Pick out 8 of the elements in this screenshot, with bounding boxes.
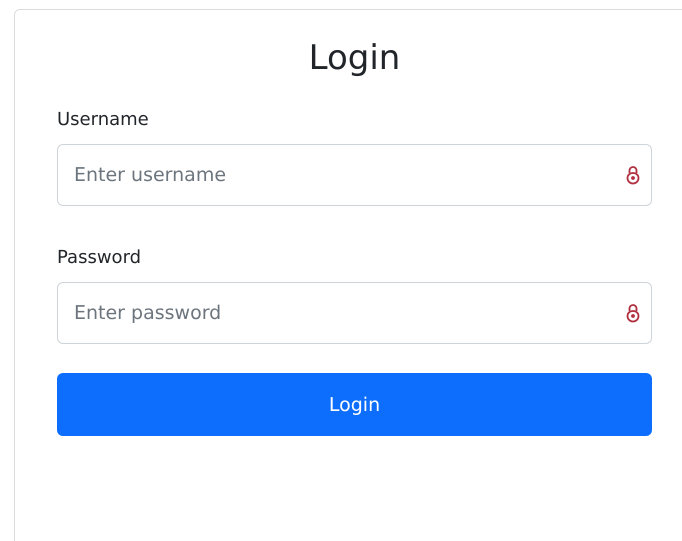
lock-icon <box>626 165 640 185</box>
field-label: Username <box>57 108 149 132</box>
login-title: Login <box>308 37 402 80</box>
input-field[interactable]: Enter username <box>57 144 652 206</box>
lock-icon <box>626 303 640 323</box>
login-button[interactable]: Login <box>57 373 652 436</box>
field-label: Password <box>57 246 142 270</box>
input-field[interactable]: Enter password <box>57 282 652 344</box>
